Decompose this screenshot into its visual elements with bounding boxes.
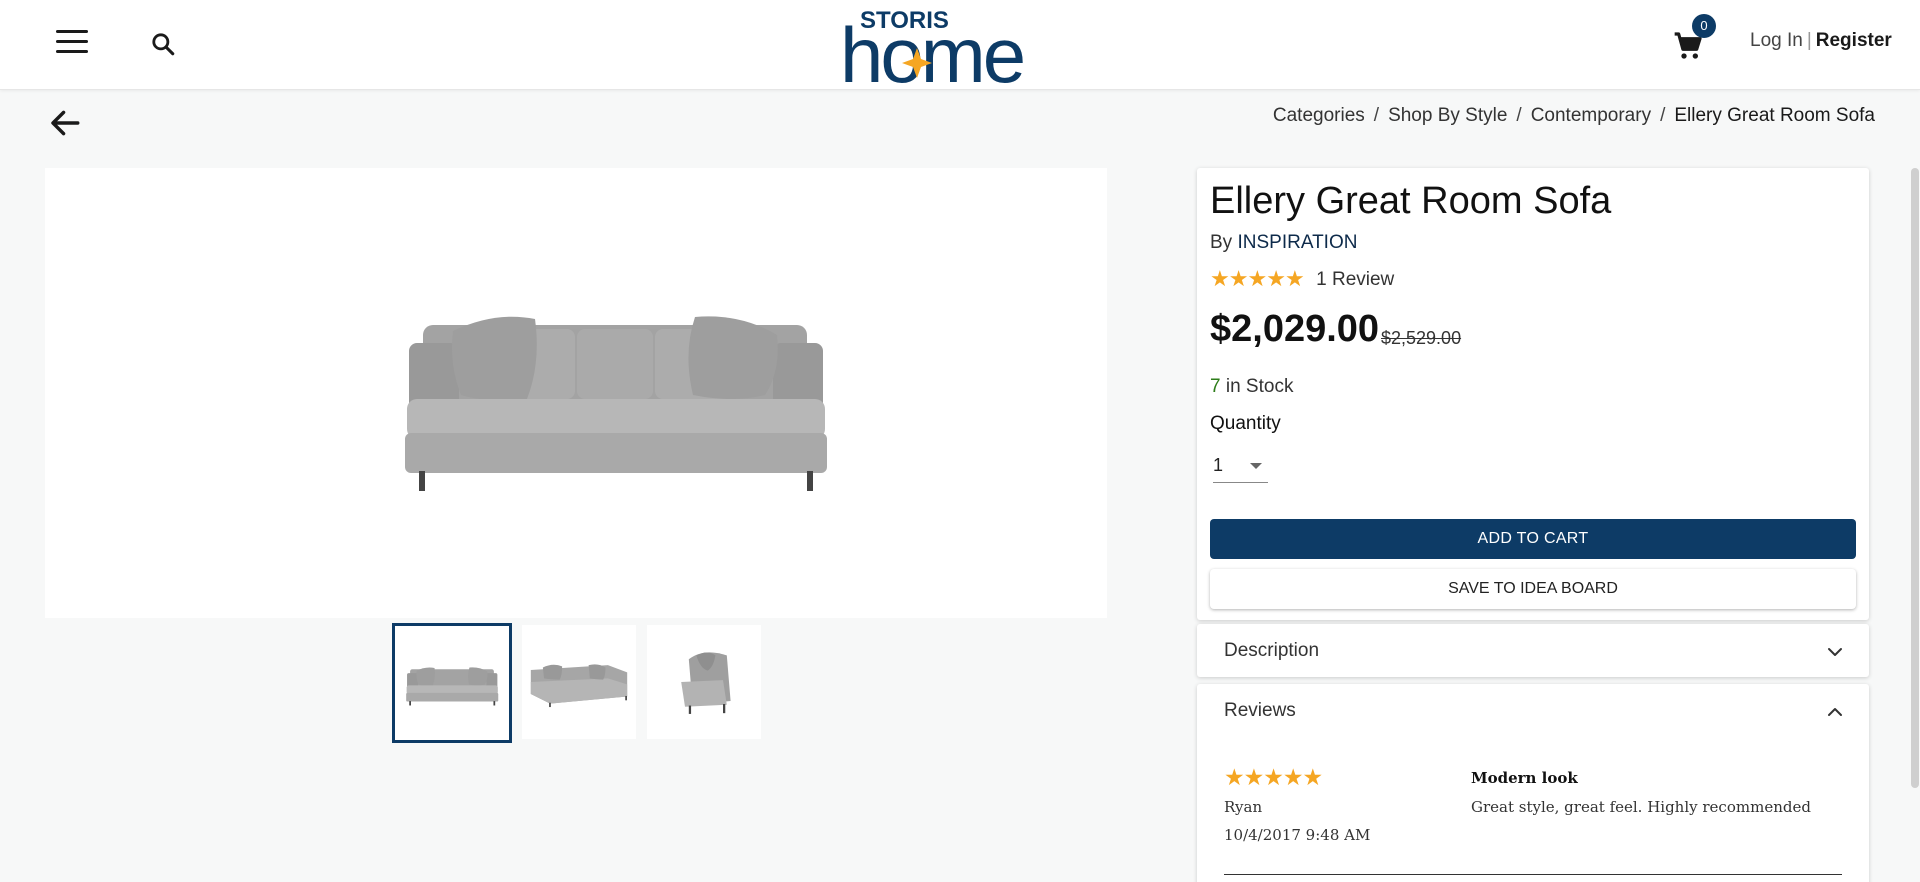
site-header: STORIS home 0 Log In | Register — [0, 0, 1920, 90]
save-to-idea-board-button[interactable]: SAVE TO IDEA BOARD — [1210, 569, 1856, 609]
stock-count: 7 — [1210, 376, 1221, 397]
original-price: $2,529.00 — [1381, 328, 1462, 348]
breadcrumb-divider: / — [1373, 105, 1380, 126]
star-icon: ★ — [1247, 266, 1268, 291]
breadcrumb-categories[interactable]: Categories — [1273, 105, 1365, 126]
login-link[interactable]: Log In — [1750, 30, 1803, 51]
stock-label: in Stock — [1225, 376, 1294, 397]
star-icon: ★ — [1243, 764, 1265, 790]
breadcrumb-divider: / — [1516, 105, 1522, 126]
review-date: 10/4/2017 9:48 AM — [1224, 826, 1371, 844]
star-icon: ★ — [1266, 266, 1286, 291]
register-link[interactable]: Register — [1816, 30, 1892, 51]
thumbnail-front-image — [406, 667, 499, 706]
review-divider — [1224, 874, 1842, 875]
review-rating-stars: ★★★★★ — [1224, 764, 1324, 790]
breadcrumb-current: Ellery Great Room Sofa — [1674, 105, 1875, 126]
logo-main-text: home — [840, 11, 1023, 86]
review-title: Modern look — [1471, 769, 1578, 787]
brand-link[interactable]: INSPIRATION — [1237, 232, 1357, 253]
quantity-label: Quantity — [1210, 413, 1281, 434]
current-price: $2,029.00 — [1210, 308, 1380, 350]
star-icon: ★ — [1263, 764, 1284, 790]
quantity-select[interactable]: 1 — [1213, 451, 1268, 483]
breadcrumb-divider: / — [1660, 105, 1666, 126]
dropdown-caret-icon — [1250, 463, 1262, 469]
product-main-image[interactable] — [45, 168, 1107, 618]
breadcrumb-contemporary[interactable]: Contemporary — [1531, 105, 1651, 126]
stock-status: 7 in Stock — [1210, 376, 1293, 398]
star-icon: ★ — [1228, 266, 1249, 291]
star-icon: ★ — [1284, 266, 1305, 291]
search-icon[interactable] — [150, 31, 176, 57]
sofa-image — [405, 316, 827, 491]
site-logo[interactable]: STORIS home — [840, 6, 1080, 86]
description-header: Description — [1224, 640, 1320, 661]
product-brand: By INSPIRATION — [1210, 232, 1357, 254]
thumbnail-angle-image — [530, 664, 628, 708]
reviews-header[interactable]: Reviews — [1224, 684, 1296, 737]
cart-count-badge: 0 — [1692, 14, 1716, 38]
chevron-up-icon[interactable] — [1827, 704, 1843, 720]
brand-by-label: By — [1210, 232, 1233, 253]
product-rating: ★★★★★ 1 Review — [1210, 268, 1394, 290]
chevron-down-icon[interactable] — [1827, 644, 1843, 660]
add-to-cart-button[interactable]: ADD TO CART — [1210, 519, 1856, 559]
product-info-panel: Ellery Great Room Sofa By INSPIRATION ★★… — [1197, 168, 1869, 620]
menu-icon[interactable] — [56, 30, 90, 58]
star-icon: ★ — [1282, 764, 1304, 790]
thumbnail-side-image — [681, 652, 731, 714]
star-icon: ★ — [1210, 266, 1230, 291]
auth-separator: | — [1806, 30, 1812, 51]
thumbnail-side[interactable] — [647, 625, 761, 739]
breadcrumb: Categories / Shop By Style / Contemporary / El… — [1273, 105, 1875, 127]
description-accordion[interactable]: Description — [1197, 624, 1869, 677]
back-arrow-icon[interactable] — [48, 106, 82, 140]
thumbnail-front[interactable] — [392, 623, 512, 743]
auth-links: Log In | Register — [1750, 30, 1892, 52]
product-title: Ellery Great Room Sofa — [1210, 180, 1612, 222]
star-icon: ★ — [1302, 764, 1324, 790]
review-body: Great style, great feel. Highly recommen… — [1471, 798, 1811, 816]
quantity-value: 1 — [1213, 455, 1224, 475]
review-author: Ryan — [1224, 798, 1263, 816]
breadcrumb-shop-by-style[interactable]: Shop By Style — [1388, 105, 1507, 126]
page-scrollbar[interactable] — [1911, 168, 1919, 788]
thumbnail-angle[interactable] — [522, 625, 636, 739]
star-icon: ★ — [1224, 764, 1245, 790]
reviews-accordion: Reviews ★★★★★ Ryan 10/4/2017 9:48 AM Mod… — [1197, 684, 1869, 882]
review-count-link[interactable]: 1 Review — [1316, 269, 1394, 291]
rating-stars: ★★★★★ — [1210, 266, 1305, 291]
